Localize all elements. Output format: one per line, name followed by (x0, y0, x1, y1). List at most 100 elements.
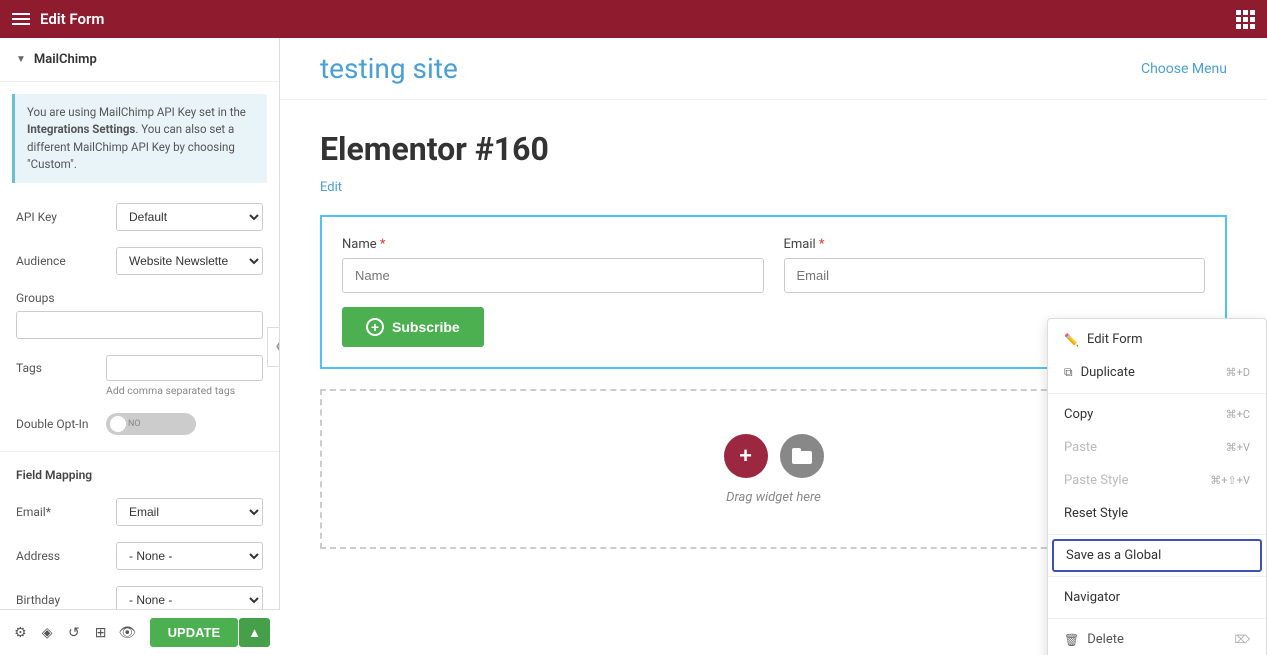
email-field-group: Email * (784, 237, 1206, 293)
page-edit-link[interactable]: Edit (320, 180, 342, 195)
tags-hint: Add comma separated tags (106, 384, 263, 397)
choose-menu-link[interactable]: Choose Menu (1141, 61, 1227, 77)
grid-icon[interactable] (1236, 10, 1255, 29)
context-divider-2 (1048, 534, 1266, 535)
pencil-icon: ✏️ (1064, 333, 1079, 347)
subscribe-label: Subscribe (392, 319, 460, 335)
audience-field: Audience Website Newslette (0, 239, 279, 283)
paste-style-shortcut: ⌘+⇧+V (1210, 474, 1250, 487)
main-layout: ▼ MailChimp You are using MailChimp API … (0, 38, 1267, 655)
update-button-group: UPDATE ▲ (150, 618, 270, 647)
audience-select[interactable]: Website Newslette (116, 247, 263, 275)
email-required-mark: * (819, 237, 825, 252)
drag-hint: Drag widget here (726, 490, 821, 505)
name-field-input[interactable] (342, 258, 764, 293)
mailchimp-arrow-icon: ▼ (16, 54, 26, 65)
double-optin-row: Double Opt-In NO (0, 405, 279, 443)
name-field-label: Name * (342, 237, 764, 252)
address-label: Address (16, 549, 106, 563)
hamburger-icon[interactable] (12, 13, 30, 25)
context-menu-duplicate[interactable]: ⧉ Duplicate ⌘+D (1048, 356, 1266, 389)
context-edit-form-label: Edit Form (1087, 332, 1143, 347)
site-title: testing site (320, 52, 458, 85)
context-paste-label: Paste (1064, 440, 1097, 455)
context-duplicate-label: Duplicate (1081, 365, 1135, 380)
context-menu-delete[interactable]: 🗑 Delete ⌦ (1048, 623, 1266, 655)
duplicate-shortcut: ⌘+D (1226, 366, 1250, 379)
email-field-label: Email * (784, 237, 1206, 252)
email-field-input[interactable] (784, 258, 1206, 293)
groups-input[interactable] (16, 311, 263, 339)
subscribe-button[interactable]: + Subscribe (342, 307, 484, 347)
add-widget-button[interactable]: + (724, 434, 768, 478)
context-divider-1 (1048, 393, 1266, 394)
birthday-label: Birthday (16, 593, 106, 607)
copy-shortcut: ⌘+C (1226, 408, 1250, 421)
widget-add-buttons: + (724, 434, 824, 478)
sidebar: ▼ MailChimp You are using MailChimp API … (0, 38, 280, 655)
toggle-slider: NO (106, 413, 196, 435)
context-menu-reset-style[interactable]: Reset Style (1048, 497, 1266, 530)
context-menu-copy[interactable]: Copy ⌘+C (1048, 398, 1266, 431)
api-key-label: API Key (16, 210, 106, 224)
context-delete-label: Delete (1087, 632, 1124, 647)
canvas-area: testing site Choose Menu Elementor #160 … (280, 38, 1267, 655)
double-optin-label: Double Opt-In (16, 417, 106, 431)
context-divider-3 (1048, 576, 1266, 577)
context-menu-paste-style: Paste Style ⌘+⇧+V (1048, 464, 1266, 497)
context-item-duplicate-left: ⧉ Duplicate (1064, 365, 1135, 380)
settings-toolbar-icon[interactable]: ⚙ (10, 619, 31, 647)
page-title-block: Elementor #160 Edit (320, 130, 1227, 195)
context-menu-edit-form[interactable]: ✏️ Edit Form (1048, 323, 1266, 356)
name-field-group: Name * (342, 237, 764, 293)
context-save-global-label: Save as a Global (1066, 548, 1161, 563)
field-mapping-header: Field Mapping (0, 460, 279, 490)
subscribe-plus-icon: + (366, 318, 384, 336)
sidebar-section-mailchimp[interactable]: ▼ MailChimp (0, 38, 279, 82)
mailchimp-section-label: MailChimp (34, 52, 97, 67)
tags-right: Add comma separated tags (106, 355, 263, 397)
context-menu-save-global[interactable]: Save as a Global (1052, 539, 1262, 572)
address-select[interactable]: - None - (116, 542, 263, 570)
delete-shortcut: ⌦ (1234, 633, 1250, 646)
groups-label: Groups (16, 291, 263, 305)
header-left: Edit Form (12, 10, 104, 28)
context-copy-label: Copy (1064, 407, 1093, 422)
tags-label: Tags (16, 355, 106, 375)
bottom-toolbar: ⚙ ◈ ↺ ⊞ 👁 UPDATE ▲ (0, 609, 280, 655)
folder-icon (792, 448, 812, 464)
layers-toolbar-icon[interactable]: ◈ (37, 619, 58, 647)
tags-input[interactable] (106, 355, 263, 381)
tags-field: Tags Add comma separated tags (0, 347, 279, 405)
email-mapping-field: Email* Email (0, 490, 279, 534)
groups-field: Groups (0, 283, 279, 347)
double-optin-toggle[interactable]: NO (106, 413, 196, 435)
audience-label: Audience (16, 254, 106, 268)
email-mapping-label: Email* (16, 505, 106, 519)
toggle-no-label: NO (128, 419, 141, 429)
trash-icon: 🗑 (1064, 633, 1079, 647)
add-folder-button[interactable] (780, 434, 824, 478)
context-menu-navigator[interactable]: Navigator (1048, 581, 1266, 614)
update-arrow-button[interactable]: ▲ (239, 618, 270, 647)
api-key-select[interactable]: DefaultCustom (116, 203, 263, 231)
canvas-topbar: testing site Choose Menu (280, 38, 1267, 100)
context-divider-4 (1048, 618, 1266, 619)
form-fields-row: Name * Email * (342, 237, 1205, 293)
context-paste-style-label: Paste Style (1064, 473, 1128, 488)
context-menu-paste: Paste ⌘+V (1048, 431, 1266, 464)
name-required-mark: * (380, 237, 386, 252)
top-header: Edit Form (0, 0, 1267, 38)
navigator-toolbar-icon[interactable]: ⊞ (90, 619, 111, 647)
info-bold: Integrations Settings (27, 122, 135, 136)
context-item-edit-form-left: ✏️ Edit Form (1064, 332, 1142, 347)
sidebar-collapse-button[interactable]: ❮ (267, 327, 280, 367)
info-text-part1: You are using MailChimp API Key set in t… (27, 105, 246, 119)
page-title: Elementor #160 (320, 130, 1227, 168)
history-toolbar-icon[interactable]: ↺ (63, 619, 84, 647)
context-menu: ✏️ Edit Form ⧉ Duplicate ⌘+D Copy ⌘+C (1047, 318, 1267, 655)
preview-toolbar-icon[interactable]: 👁 (117, 619, 138, 647)
update-button[interactable]: UPDATE (150, 618, 238, 647)
api-key-field: API Key DefaultCustom (0, 195, 279, 239)
email-mapping-select[interactable]: Email (116, 498, 263, 526)
